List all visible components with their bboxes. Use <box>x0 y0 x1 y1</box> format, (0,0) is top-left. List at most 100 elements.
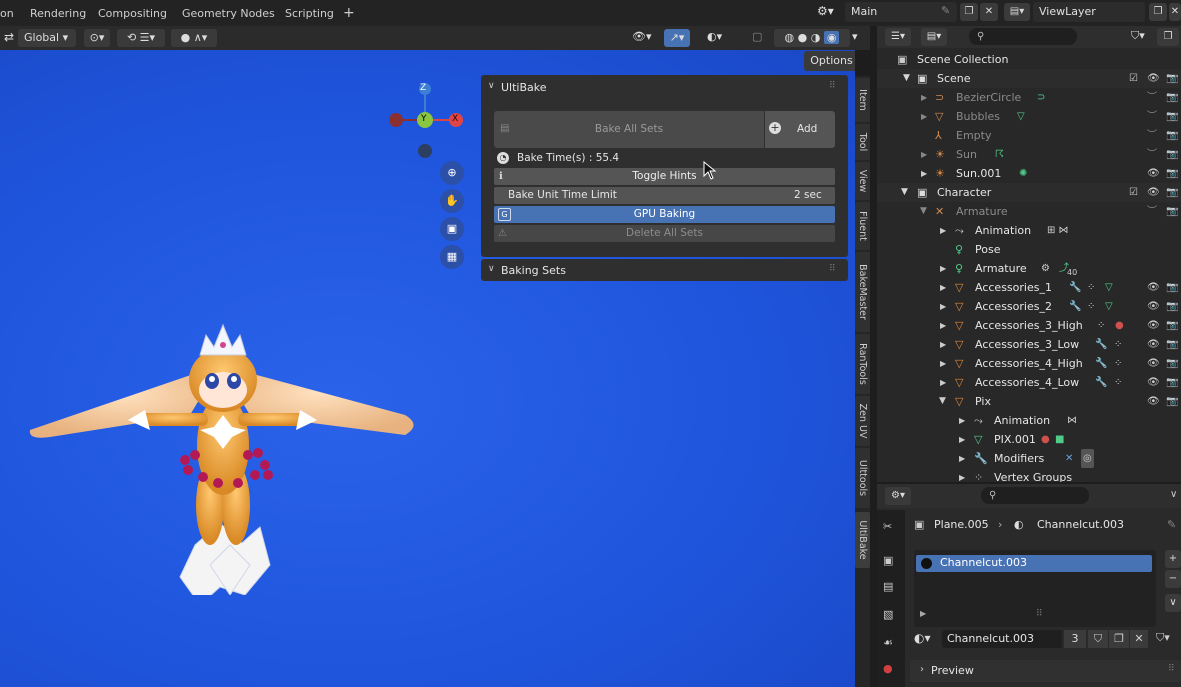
scene-icon[interactable]: ☙ <box>883 636 893 649</box>
expand-arrow-icon[interactable]: ▶ <box>940 259 946 278</box>
expand-arrow-icon[interactable]: ▶ <box>940 335 946 354</box>
display-mode-icon[interactable]: ▤▾ <box>921 28 947 46</box>
filter-icon[interactable]: ⛉▾ <box>1131 29 1145 43</box>
xray-icon[interactable]: ▢ <box>752 30 762 43</box>
outliner-row-accessories-4-low[interactable]: ▶ ▽ Accessories_4_Low 🔧 ⁘ 👁 📷 <box>877 373 1181 392</box>
character-model[interactable] <box>20 265 440 595</box>
eye-closed-icon[interactable]: ︶ <box>1147 107 1157 126</box>
add-slot-icon[interactable]: + <box>1165 550 1181 568</box>
editor-type-icon[interactable]: ⚙▾ <box>885 487 911 505</box>
chevron-down-icon[interactable]: ∨ <box>488 81 495 91</box>
eye-icon[interactable]: 👁 <box>1147 335 1160 354</box>
duplicate-icon[interactable]: ❐ <box>1109 630 1129 648</box>
checkbox-icon[interactable]: ☑ <box>1129 183 1138 202</box>
camera-icon[interactable]: 📷 <box>1166 316 1178 335</box>
view-layer-field[interactable]: ViewLayer <box>1033 2 1145 22</box>
camera-icon[interactable]: 📷 <box>1166 278 1178 297</box>
chevron-down-icon[interactable]: ∨ <box>488 264 495 274</box>
preview-panel-header[interactable]: › Preview ⠿ <box>910 660 1181 682</box>
outliner-row-armature[interactable]: ▼ ✕ Armature ︶ 📷 <box>877 202 1181 221</box>
scene-selector-icon[interactable]: ⚙▾ <box>817 4 841 22</box>
editor-type-icon[interactable]: ☰▾ <box>885 28 911 46</box>
outliner-row-modifiers[interactable]: ▶ 🔧 Modifiers ✕ ◎ <box>877 449 1181 468</box>
eye-icon[interactable]: 👁 <box>1147 278 1160 297</box>
camera-icon[interactable]: 📷 <box>1166 373 1178 392</box>
eye-closed-icon[interactable]: ︶ <box>1147 126 1157 145</box>
camera-icon[interactable]: 📷 <box>1166 297 1178 316</box>
tab-zen-uv[interactable]: Zen UV <box>855 396 870 446</box>
gizmo-toggle-icon[interactable]: ↗▾ <box>664 29 690 47</box>
tab-workspace-partial[interactable]: on <box>0 0 14 26</box>
eye-icon[interactable]: 👁 <box>1147 316 1160 335</box>
tab-view[interactable]: View <box>855 162 870 200</box>
expand-arrow-icon[interactable]: ▶ <box>940 373 946 392</box>
checkbox-icon[interactable]: ☑ <box>1129 69 1138 88</box>
expand-arrow-icon[interactable]: ▶ <box>921 164 927 183</box>
shading-options-icon[interactable]: ▾ <box>852 30 858 43</box>
tab-rendering[interactable]: Rendering <box>30 0 86 26</box>
outliner-row-armature-data[interactable]: ▶ ♀ Armature ⚙ ⤴ 40 <box>877 259 1181 278</box>
gpu-baking-toggle[interactable]: G GPU Baking <box>494 206 835 223</box>
tab-item[interactable]: Item <box>855 78 870 122</box>
expand-arrow-icon[interactable]: ▶ <box>940 297 946 316</box>
outliner-row-character[interactable]: ▼ ▣ Character ☑ 👁 📷 <box>877 183 1181 202</box>
expand-arrow-icon[interactable]: ▼ <box>901 183 908 202</box>
eye-icon[interactable]: 👁 <box>1147 164 1160 183</box>
camera-icon[interactable]: 📷 <box>1166 335 1178 354</box>
resize-handle-icon[interactable]: ⠿ <box>1036 609 1043 619</box>
material-slot-item[interactable]: Channelcut.003 <box>916 555 1152 572</box>
outliner-row-vertex-groups[interactable]: ▶ ⁘ Vertex Groups <box>877 468 1181 482</box>
expand-arrow-icon[interactable]: ▼ <box>903 69 910 88</box>
camera-icon[interactable]: 📷 <box>1166 392 1178 411</box>
toggle-hints-button[interactable]: ℹ Toggle Hints <box>494 168 835 185</box>
expand-arrow-icon[interactable]: ▶ <box>959 468 965 482</box>
pin-icon[interactable]: ✎ <box>941 4 950 17</box>
outliner-row-scene-collection[interactable]: ▣ Scene Collection <box>877 50 1181 69</box>
outliner-row-animation[interactable]: ▶ ⤳ Animation ⊞ ⋈ <box>877 221 1181 240</box>
drag-handle-icon[interactable]: ⠿ <box>829 81 836 91</box>
outliner-row-sun[interactable]: ▶ ☀ Sun ☈ ︶ 📷 <box>877 145 1181 164</box>
bake-unit-time-limit-field[interactable]: Bake Unit Time Limit 2 sec <box>494 187 835 204</box>
expand-arrow-icon[interactable]: ▶ <box>940 316 946 335</box>
eye-icon[interactable]: 👁 <box>1147 69 1160 88</box>
expand-arrow-icon[interactable]: ▶ <box>940 354 946 373</box>
expand-arrow-icon[interactable]: ▶ <box>940 278 946 297</box>
world-icon[interactable]: ● <box>883 662 893 675</box>
output-icon[interactable]: ▤ <box>883 580 893 593</box>
outliner-row-empty[interactable]: ⅄ Empty ︶ 📷 <box>877 126 1181 145</box>
expand-arrow-icon[interactable]: ▶ <box>940 221 946 240</box>
outliner-row-accessories-1[interactable]: ▶ ▽ Accessories_1 🔧 ⁘ ▽ 👁 📷 <box>877 278 1181 297</box>
outliner-row-sun-001[interactable]: ▶ ☀ Sun.001 ✺ 👁 📷 <box>877 164 1181 183</box>
material-browse-icon[interactable]: ◐▾ <box>914 631 931 645</box>
tab-rantools[interactable]: RanTools <box>855 334 870 394</box>
slot-menu-icon[interactable]: ∨ <box>1165 594 1181 612</box>
visibility-icon[interactable]: 👁▾ <box>632 30 652 43</box>
outliner-row-accessories-4-high[interactable]: ▶ ▽ Accessories_4_High 🔧 ⁘ 👁 📷 <box>877 354 1181 373</box>
tool-icon[interactable]: ✂ <box>883 520 892 533</box>
camera-icon[interactable]: 📷 <box>1166 183 1178 202</box>
remove-slot-icon[interactable]: − <box>1165 570 1181 588</box>
outliner-row-scene[interactable]: ▼ ▣ Scene ☑ 👁 📷 <box>877 69 1181 88</box>
proportional-edit-icon[interactable]: ● ∧▾ <box>171 29 217 47</box>
outliner-row-pose[interactable]: ♀ Pose <box>877 240 1181 259</box>
pin-icon[interactable]: ✎ <box>1167 518 1176 531</box>
eye-icon[interactable]: 👁 <box>1147 183 1160 202</box>
add-set-button[interactable]: + Add <box>765 111 835 148</box>
options-dropdown[interactable]: Options ▾ <box>804 51 855 71</box>
close-icon[interactable]: ✕ <box>980 3 998 21</box>
expand-arrow-icon[interactable]: ▶ <box>921 145 927 164</box>
eye-icon[interactable]: 👁 <box>1147 392 1160 411</box>
overlay-icon[interactable]: ◐▾ <box>707 30 722 43</box>
new-collection-icon[interactable]: ❐ <box>1157 28 1179 46</box>
fake-user-shield-icon[interactable]: ⛉ <box>1088 630 1108 648</box>
outliner-row-pix[interactable]: ▼ ▽ Pix 👁 📷 <box>877 392 1181 411</box>
outliner-row-pix-animation[interactable]: ▶ ⤳ Animation ⋈ <box>877 411 1181 430</box>
new-scene-icon[interactable]: ❐ <box>960 3 978 21</box>
render-icon[interactable]: ▣ <box>883 554 893 567</box>
eye-icon[interactable]: 👁 <box>1147 354 1160 373</box>
pivot-point-icon[interactable]: ⊙▾ <box>84 29 110 47</box>
delete-all-sets-button[interactable]: ⚠ Delete All Sets <box>494 225 835 242</box>
view-layer-icon[interactable]: ▧ <box>883 608 893 621</box>
zoom-icon[interactable]: ⊕ <box>440 161 464 185</box>
eye-closed-icon[interactable]: ︶ <box>1147 145 1157 164</box>
